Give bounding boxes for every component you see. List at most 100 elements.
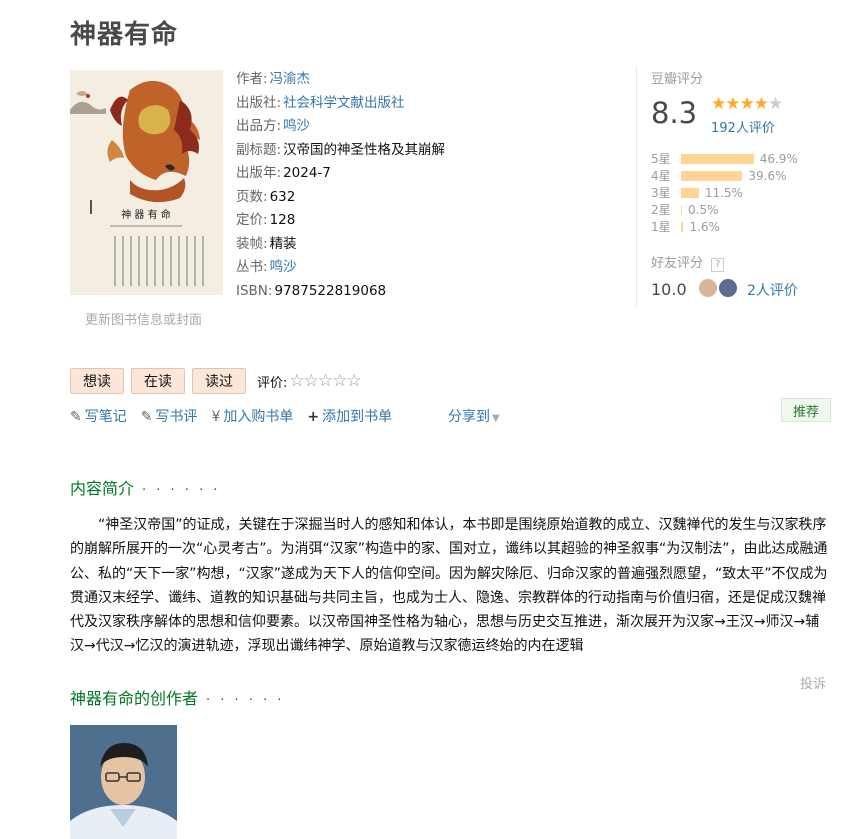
book-info: 作者: 冯渝杰 出版社: 社会科学文献出版社 出品方: 鸣沙 副标题: 汉帝国的神圣性格及其崩… [236,68,636,303]
info-label: 定价: [236,212,268,228]
recommend-button[interactable]: 推荐 [781,398,831,422]
help-icon[interactable]: ? [711,258,725,272]
add-cart-label: 加入购书单 [223,409,294,425]
friend-rating: 好友评分 ? 10.0 2人评价 [651,252,798,299]
rating-header: 豆瓣评分 [651,72,704,87]
info-row: 出版社: 社会科学文献出版社 [236,92,636,116]
share-dropdown[interactable]: 分享到 ▼ [448,406,500,426]
rate-label: 评价: [257,375,288,391]
rating-bar-label: 5星 [651,152,671,166]
rating-bar-fill [681,187,699,198]
info-label: 丛书: [236,259,268,275]
cover-art: 神 器 有 命 [70,70,223,295]
rating-bar-row: 1星 1.6% [651,218,798,235]
book-cover-image[interactable]: 神 器 有 命 [70,70,223,295]
rating-bar-row: 5星 46.9% [651,150,798,167]
info-row: 出品方: 鸣沙 [236,115,636,139]
rating-score: 8.3 [651,96,698,130]
rating-bar-label: 2星 [651,203,671,217]
add-list-link[interactable]: + 添加到书单 [307,406,392,426]
rating-bar-fill [681,170,743,181]
rating-bar-label: 3星 [651,186,671,200]
rating-bar-percent: 39.6% [748,168,787,183]
star-empty-icon: ★ [767,94,783,114]
info-label: ISBN: [236,282,273,299]
rating-stars: ★★★★★ [711,94,783,114]
update-cover-link[interactable]: 更新图书信息或封面 [85,309,202,328]
info-label: 页数: [236,188,268,205]
author-heading-dots: · · · · · · [206,693,285,708]
add-list-label: 添加到书单 [322,409,393,425]
info-value-link[interactable]: 社会科学文献出版社 [283,95,405,111]
author-heading-text: 神器有命的创作者 [70,689,199,708]
want-read-button[interactable]: 想读 [70,368,124,394]
info-row: 丛书: 鸣沙 [236,256,636,280]
info-value: 精装 [269,235,297,252]
rating-bar-fill [681,204,682,215]
rating-bar-percent: 0.5% [688,202,719,217]
author-photo-art [70,725,177,839]
book-title: 神器有命 [70,20,179,50]
secondary-actions: ✎ 写笔记 ✎ 写书评 ¥ 加入购书单 + 添加到书单 [70,406,406,426]
pencil-icon: ✎ [70,409,82,425]
avatar[interactable] [699,279,717,297]
info-label: 装帧: [236,235,268,252]
write-note-link[interactable]: ✎ 写笔记 [70,406,127,426]
rating-bar-label: 1星 [651,220,671,234]
author-photo[interactable] [70,725,177,839]
intro-heading-dots: · · · · · · [142,483,221,498]
rating-bar-row: 2星 0.5% [651,201,798,218]
intro-text: “神圣汉帝国”的证成，关键在于深掘当时人的感知和体认，本书即是围绕原始道教的成立… [70,517,828,655]
rating-bar-fill [681,153,754,164]
write-review-link[interactable]: ✎ 写书评 [141,406,198,426]
rate-stars-input[interactable]: ☆☆☆☆☆ [289,371,361,391]
write-note-label: 写笔记 [84,409,127,425]
info-row: 页数: 632 [236,186,636,210]
rating-bar-percent: 46.9% [759,151,798,166]
yen-icon: ¥ [211,409,221,425]
cover-title-art: 神 器 有 命 [121,208,171,221]
info-row: 作者: 冯渝杰 [236,68,636,92]
rating-people-link[interactable]: 192人评价 [711,117,775,136]
friend-score: 10.0 [651,280,687,299]
info-value: 632 [269,188,296,205]
add-cart-link[interactable]: ¥ 加入购书单 [211,406,293,426]
info-row: 副标题: 汉帝国的神圣性格及其崩解 [236,139,636,163]
info-value-link[interactable]: 鸣沙 [270,259,297,275]
info-label: 出品方: [236,118,282,134]
intro-heading-text: 内容简介 [70,479,135,498]
author-heading: 神器有命的创作者 · · · · · · [70,685,284,709]
read-button[interactable]: 读过 [192,368,246,394]
info-label: 作者: [236,71,268,87]
pencil-icon: ✎ [140,409,153,425]
info-value-link[interactable]: 鸣沙 [283,118,310,134]
rating-bar-label: 4星 [651,169,671,183]
rating-panel: 豆瓣评分 8.3 ★★★★★ 192人评价 5星 46.9% 4星 39.6% 3星 11… [636,66,841,306]
info-row: 出版年: 2024-7 [236,162,636,186]
caret-down-icon: ▼ [492,413,500,424]
reading-button[interactable]: 在读 [131,368,185,394]
share-label: 分享到 [448,409,490,425]
info-row: 定价: 128 [236,209,636,233]
plus-icon: + [307,409,320,425]
action-bar: 想读 在读 读过 评价: ☆☆☆☆☆ [70,368,362,394]
write-review-label: 写书评 [155,409,198,425]
info-value: 9787522819068 [274,282,387,299]
avatar[interactable] [719,279,737,297]
intro-heading: 内容简介 · · · · · · [70,475,220,499]
info-label: 副标题: [236,141,282,158]
report-link[interactable]: 投诉 [800,673,826,692]
rating-bar-fill [681,221,684,232]
rating-bar-row: 4星 39.6% [651,167,798,184]
info-value: 汉帝国的神圣性格及其崩解 [283,141,446,158]
info-row: 装帧: 精装 [236,233,636,257]
info-label: 出版社: [236,94,282,111]
star-icon: ★★★★ [711,94,769,114]
info-value: 128 [269,212,296,228]
friend-count-link[interactable]: 2人评价 [747,280,798,300]
info-row: ISBN: 9787522819068 [236,280,636,304]
friend-rating-header: 好友评分 [651,256,704,271]
info-value-link[interactable]: 冯渝杰 [270,71,311,87]
info-label: 出版年: [236,165,282,181]
friend-avatars [699,279,739,297]
